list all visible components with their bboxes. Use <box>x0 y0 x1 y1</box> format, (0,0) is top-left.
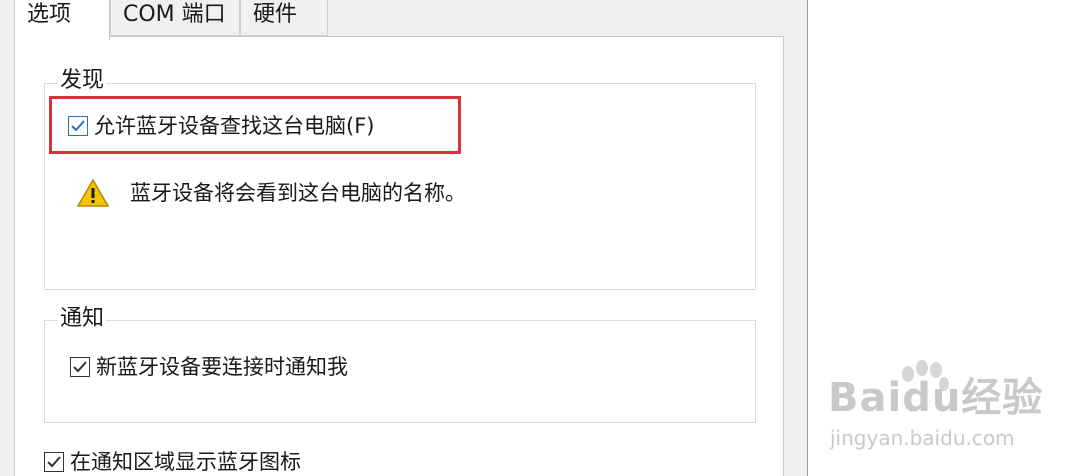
notify-new-device-checkbox-row[interactable]: 新蓝牙设备要连接时通知我 <box>70 354 348 380</box>
show-tray-icon-label: 在通知区域显示蓝牙图标 <box>70 450 301 474</box>
tab-options[interactable]: 选项 <box>14 0 110 40</box>
watermark-logo-text: Baidu经验 <box>828 375 1044 421</box>
tab-hardware[interactable]: 硬件 <box>240 0 328 36</box>
notify-new-device-checkbox[interactable] <box>70 357 90 377</box>
allow-discovery-label: 允许蓝牙设备查找这台电脑(F) <box>94 114 375 138</box>
show-tray-icon-checkbox[interactable] <box>44 452 64 472</box>
notify-new-device-label: 新蓝牙设备要连接时通知我 <box>96 355 348 379</box>
baidu-jingyan-watermark: Baidu经验 jingyan.baidu.com <box>828 360 1042 458</box>
checkmark-icon <box>73 361 87 373</box>
notifications-group-label: 通知 <box>58 306 107 332</box>
bluetooth-settings-dialog: 选项 COM 端口 硬件 发现 允许蓝牙设备查找这台电脑(F) 蓝牙设备将会看到… <box>0 0 808 476</box>
tab-com-ports[interactable]: COM 端口 <box>110 0 240 36</box>
discovery-warning-text: 蓝牙设备将会看到这台电脑的名称。 <box>130 181 466 205</box>
allow-discovery-checkbox-row[interactable]: 允许蓝牙设备查找这台电脑(F) <box>68 113 374 139</box>
watermark-url: jingyan.baidu.com <box>830 426 1015 450</box>
discovery-group-label: 发现 <box>58 68 107 94</box>
discovery-warning: 蓝牙设备将会看到这台电脑的名称。 <box>76 178 466 208</box>
allow-discovery-checkbox[interactable] <box>68 116 88 136</box>
checkmark-icon <box>47 456 61 468</box>
show-tray-icon-checkbox-row[interactable]: 在通知区域显示蓝牙图标 <box>44 449 301 475</box>
warning-icon <box>76 178 110 207</box>
checkmark-icon <box>71 120 85 132</box>
